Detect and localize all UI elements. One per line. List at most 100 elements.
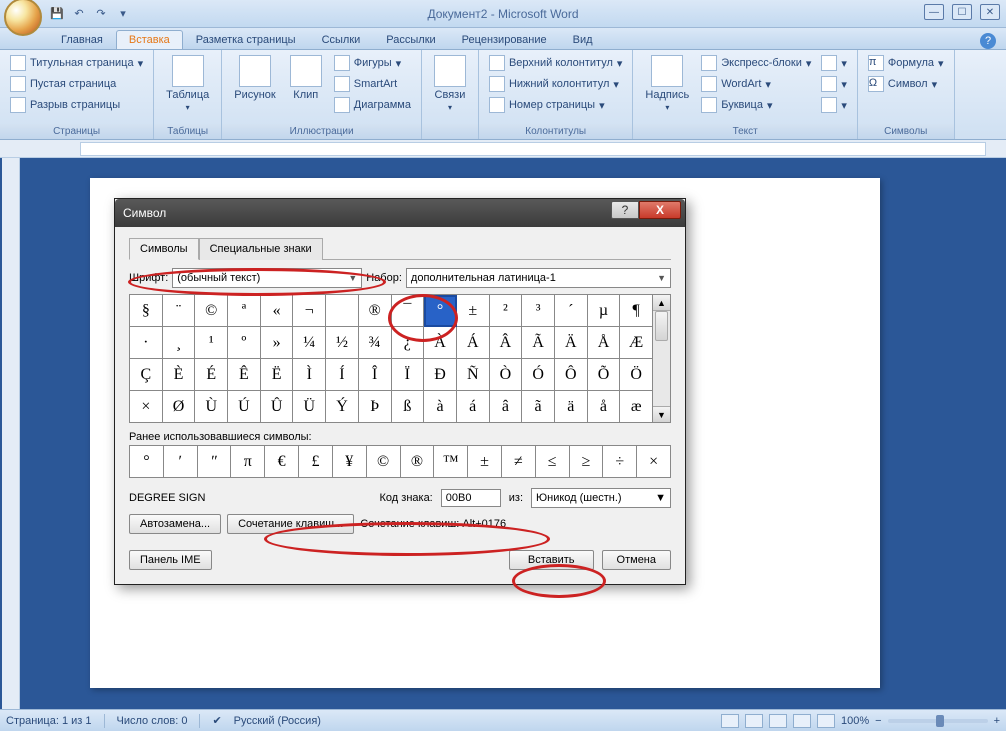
char-cell[interactable]: æ	[620, 391, 653, 423]
quickparts-button[interactable]: Экспресс-блоки ▾	[697, 53, 815, 73]
zoom-slider[interactable]	[888, 719, 988, 723]
symbol-button[interactable]: ΩСимвол ▾	[864, 74, 948, 94]
save-icon[interactable]: 💾	[48, 5, 66, 23]
recent-char-cell[interactable]: £	[299, 446, 333, 478]
subset-combo[interactable]: дополнительная латиница-1▼	[406, 268, 671, 288]
char-cell[interactable]: Î	[359, 359, 392, 391]
char-cell[interactable]: É	[195, 359, 228, 391]
recent-char-cell[interactable]: ×	[637, 446, 671, 478]
recent-char-cell[interactable]: π	[231, 446, 265, 478]
scroll-up-button[interactable]: ▲	[653, 295, 670, 311]
char-cell[interactable]: Ý	[326, 391, 359, 423]
undo-icon[interactable]: ↶	[70, 5, 88, 23]
char-cell[interactable]: ©	[195, 295, 228, 327]
char-cell[interactable]: Å	[588, 327, 621, 359]
char-cell[interactable]: º	[228, 327, 261, 359]
tab-mailings[interactable]: Рассылки	[373, 30, 448, 49]
char-cell[interactable]: Ð	[424, 359, 457, 391]
char-cell[interactable]: Â	[490, 327, 523, 359]
char-cell[interactable]: Ö	[620, 359, 653, 391]
char-cell[interactable]: ±	[457, 295, 490, 327]
wordart-button[interactable]: WordArt ▾	[697, 74, 815, 94]
zoom-in-button[interactable]: +	[994, 715, 1000, 727]
recent-char-cell[interactable]: ±	[468, 446, 502, 478]
insert-button[interactable]: Вставить	[509, 550, 594, 570]
char-cell[interactable]: ²	[490, 295, 523, 327]
view-printlayout-button[interactable]	[721, 714, 739, 728]
recent-char-cell[interactable]: ¥	[333, 446, 367, 478]
char-cell[interactable]: Ï	[392, 359, 425, 391]
blank-page-button[interactable]: Пустая страница	[6, 74, 147, 94]
char-cell[interactable]: ®	[359, 295, 392, 327]
scroll-down-button[interactable]: ▼	[653, 406, 670, 422]
char-cell[interactable]: ¼	[293, 327, 326, 359]
char-cell[interactable]: ¨	[163, 295, 196, 327]
char-cell[interactable]: â	[490, 391, 523, 423]
text-extra3[interactable]: ▾	[817, 95, 851, 115]
recent-char-cell[interactable]: ʹ	[164, 446, 198, 478]
char-cell[interactable]: Ê	[228, 359, 261, 391]
chart-button[interactable]: Диаграмма	[330, 95, 415, 115]
view-outline-button[interactable]	[793, 714, 811, 728]
zoom-out-button[interactable]: −	[875, 715, 881, 727]
ime-panel-button[interactable]: Панель IME	[129, 550, 212, 570]
char-cell[interactable]: ¾	[359, 327, 392, 359]
char-cell[interactable]: Û	[261, 391, 294, 423]
vertical-ruler[interactable]	[2, 158, 20, 709]
char-cell[interactable]: Í	[326, 359, 359, 391]
char-cell[interactable]: Æ	[620, 327, 653, 359]
char-cell[interactable]: ¹	[195, 327, 228, 359]
zoom-level[interactable]: 100%	[841, 715, 869, 727]
recent-char-cell[interactable]: °	[130, 446, 164, 478]
links-button[interactable]: Связи▾	[428, 53, 472, 114]
help-icon[interactable]: ?	[980, 33, 996, 49]
cancel-button[interactable]: Отмена	[602, 550, 671, 570]
char-cell[interactable]: ·	[130, 327, 163, 359]
view-weblayout-button[interactable]	[769, 714, 787, 728]
tab-pagelayout[interactable]: Разметка страницы	[183, 30, 309, 49]
equation-button[interactable]: πФормула ▾	[864, 53, 948, 73]
char-cell[interactable]: å	[588, 391, 621, 423]
status-proofing-icon[interactable]: ✔	[212, 714, 221, 727]
status-page[interactable]: Страница: 1 из 1	[6, 715, 92, 727]
recent-char-cell[interactable]: ≤	[536, 446, 570, 478]
char-cell[interactable]: §	[130, 295, 163, 327]
char-cell[interactable]: µ	[588, 295, 621, 327]
picture-button[interactable]: Рисунок	[228, 53, 282, 103]
char-cell[interactable]: Þ	[359, 391, 392, 423]
tab-home[interactable]: Главная	[48, 30, 116, 49]
char-cell[interactable]: à	[424, 391, 457, 423]
char-cell[interactable]: ä	[555, 391, 588, 423]
char-cell[interactable]: Ø	[163, 391, 196, 423]
char-cell[interactable]: ­	[326, 295, 359, 327]
autocorrect-button[interactable]: Автозамена...	[129, 514, 221, 534]
tab-review[interactable]: Рецензирование	[449, 30, 560, 49]
char-cell[interactable]: Ó	[522, 359, 555, 391]
textbox-button[interactable]: Надпись▾	[639, 53, 695, 114]
clip-button[interactable]: Клип	[284, 53, 328, 103]
recent-char-cell[interactable]: ÷	[603, 446, 637, 478]
char-cell[interactable]: ã	[522, 391, 555, 423]
char-cell[interactable]: ¿	[392, 327, 425, 359]
dialog-tab-symbols[interactable]: Символы	[129, 238, 199, 260]
pagenumber-button[interactable]: Номер страницы ▾	[485, 95, 626, 115]
table-button[interactable]: Таблица▾	[160, 53, 215, 114]
view-draft-button[interactable]	[817, 714, 835, 728]
char-cell[interactable]: Ä	[555, 327, 588, 359]
dialog-close-button[interactable]: X	[639, 201, 681, 219]
char-cell[interactable]: Ì	[293, 359, 326, 391]
dialog-help-button[interactable]: ?	[611, 201, 639, 219]
char-cell[interactable]: Ú	[228, 391, 261, 423]
redo-icon[interactable]: ↷	[92, 5, 110, 23]
char-cell[interactable]: Ç	[130, 359, 163, 391]
char-cell[interactable]: Ñ	[457, 359, 490, 391]
dialog-tab-special[interactable]: Специальные знаки	[199, 238, 323, 260]
close-button[interactable]: ✕	[980, 4, 1000, 20]
char-cell[interactable]: ³	[522, 295, 555, 327]
char-cell[interactable]: Á	[457, 327, 490, 359]
char-cell[interactable]: ¯	[392, 295, 425, 327]
recent-char-cell[interactable]: ®	[401, 446, 435, 478]
char-cell[interactable]: Ë	[261, 359, 294, 391]
view-fullscreen-button[interactable]	[745, 714, 763, 728]
char-cell[interactable]: ×	[130, 391, 163, 423]
